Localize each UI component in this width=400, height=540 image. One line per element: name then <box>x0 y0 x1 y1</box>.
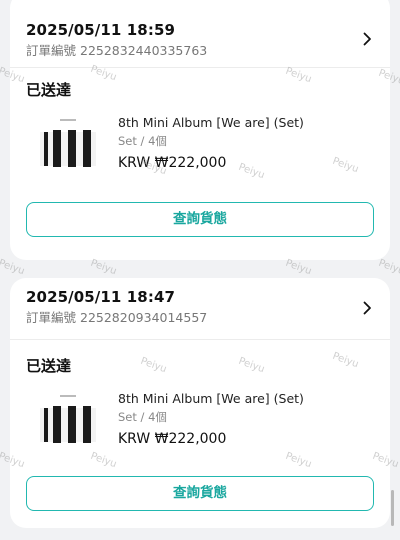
order-number-row: 訂單編號 2252832440335763 <box>26 42 390 59</box>
item-info: 8th Mini Album [We are] (Set) Set / 4個 K… <box>118 390 304 448</box>
divider <box>10 339 390 340</box>
item-price: KRW ₩222,000 <box>118 431 227 447</box>
order-number-label: 訂單編號 <box>26 43 77 58</box>
divider <box>10 67 390 68</box>
item-info: 8th Mini Album [We are] (Set) Set / 4個 K… <box>118 114 304 172</box>
track-shipment-button[interactable]: 查詢貨態 <box>26 202 374 237</box>
order-list-screen: { "orders": [ { "datetime": "2025/05/11 … <box>0 0 400 540</box>
order-header[interactable]: 2025/05/11 18:59 訂單編號 2252832440335763 <box>10 0 390 67</box>
order-number-row: 訂單編號 2252820934014557 <box>26 309 390 326</box>
order-header[interactable]: 2025/05/11 18:47 訂單編號 2252820934014557 <box>10 278 390 339</box>
watermark: Peiyu <box>283 257 313 278</box>
order-datetime: 2025/05/11 18:59 <box>26 21 176 39</box>
track-shipment-button[interactable]: 查詢貨態 <box>26 476 374 511</box>
scrollbar[interactable] <box>391 490 394 526</box>
watermark: Peiyu <box>376 257 400 278</box>
watermark: Peiyu <box>88 257 118 278</box>
order-number: 2252820934014557 <box>80 310 208 325</box>
chevron-right-icon[interactable] <box>360 301 374 315</box>
item-option: Set / 4個 <box>118 134 167 148</box>
album-thumbnail <box>32 386 104 462</box>
order-card: 2025/05/11 18:59 訂單編號 2252832440335763 已… <box>10 0 390 260</box>
order-status: 已送達 <box>26 357 72 375</box>
order-item[interactable]: 8th Mini Album [We are] (Set) Set / 4個 K… <box>10 110 390 186</box>
order-datetime: 2025/05/11 18:47 <box>26 288 176 306</box>
order-item[interactable]: 8th Mini Album [We are] (Set) Set / 4個 K… <box>10 386 390 462</box>
order-card: 2025/05/11 18:47 訂單編號 2252820934014557 已… <box>10 278 390 528</box>
item-title: 8th Mini Album [We are] (Set) <box>118 391 304 406</box>
chevron-right-icon[interactable] <box>360 32 374 46</box>
order-number-label: 訂單編號 <box>26 310 77 325</box>
order-status: 已送達 <box>26 81 72 99</box>
watermark: Peiyu <box>0 257 26 278</box>
order-number: 2252832440335763 <box>80 43 208 58</box>
item-option: Set / 4個 <box>118 410 167 424</box>
item-title: 8th Mini Album [We are] (Set) <box>118 115 304 130</box>
item-price: KRW ₩222,000 <box>118 155 227 171</box>
album-thumbnail <box>32 110 104 186</box>
